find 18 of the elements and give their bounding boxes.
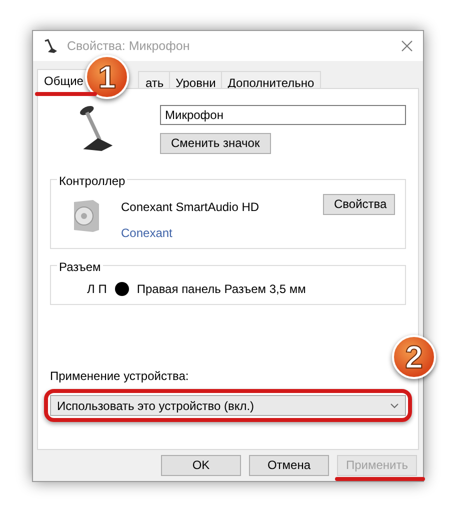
dialog-button[interactable]: OK: [161, 455, 241, 476]
vendor-link[interactable]: Conexant: [121, 224, 260, 242]
speaker-icon: [71, 198, 101, 234]
jack-description: Правая панель Разъем 3,5 мм: [136, 281, 306, 298]
tab[interactable]: Общие: [37, 69, 90, 91]
name-field[interactable]: Микрофон: [160, 105, 406, 125]
usage-dropdown[interactable]: Использовать это устройство (вкл.): [50, 395, 406, 416]
callout-number: 2: [392, 335, 436, 379]
usage-label: Применение устройства:: [50, 368, 190, 385]
chevron-down-icon: [390, 402, 399, 408]
window-title: Свойства: Микрофон: [67, 38, 190, 55]
microphone-icon: [43, 38, 59, 54]
close-icon[interactable]: [401, 40, 413, 52]
controller-name: Conexant SmartAudio HD: [121, 199, 260, 216]
change-icon-button[interactable]: Сменить значок: [160, 133, 271, 154]
dialog-button[interactable]: Отмена: [249, 455, 329, 476]
channel-labels: Л П: [87, 281, 107, 298]
properties-button[interactable]: Свойства: [323, 194, 395, 215]
